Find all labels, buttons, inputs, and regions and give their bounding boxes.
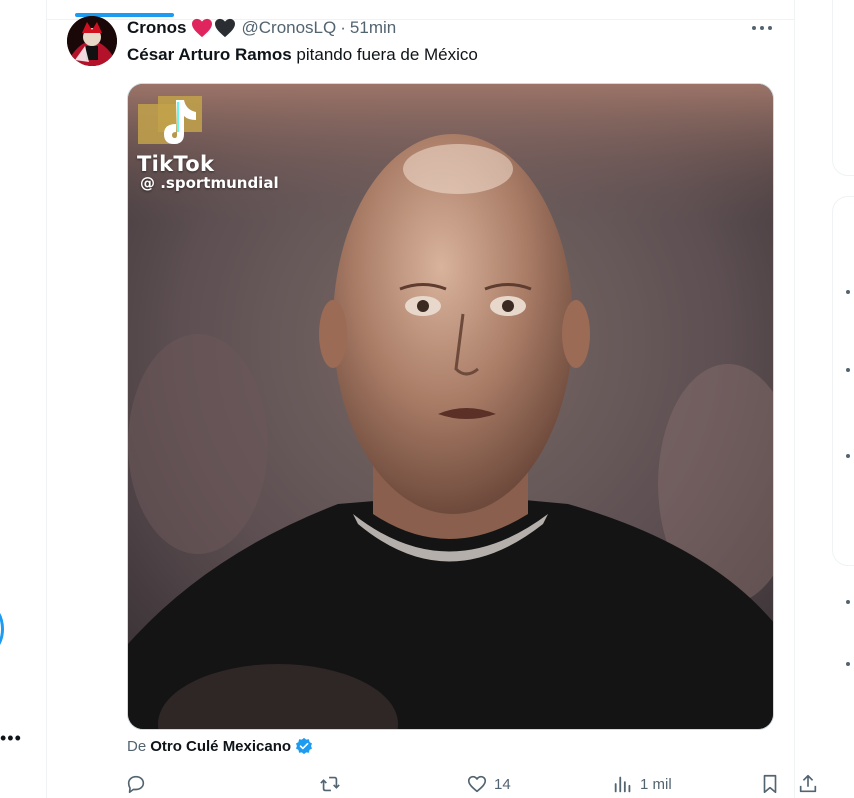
sidebar-more-icon[interactable] xyxy=(846,600,850,604)
sidebar-card xyxy=(832,196,854,566)
tweet-text: César Arturo Ramos pitando fuera de Méxi… xyxy=(127,44,478,66)
bookmark-icon xyxy=(763,774,777,794)
tweet-text-rest: pitando fuera de México xyxy=(291,45,478,64)
sidebar-more-icon[interactable] xyxy=(846,662,850,666)
views-icon xyxy=(614,776,631,793)
reply-icon xyxy=(127,775,145,794)
author-name[interactable]: Cronos xyxy=(127,18,187,38)
bookmark-button[interactable] xyxy=(759,773,781,795)
more-menu-icon[interactable]: ••• xyxy=(0,728,22,748)
timeline: Cronos @CronosLQ · 51min César Arturo Ra… xyxy=(46,0,817,798)
tiktok-logo xyxy=(138,92,208,150)
watermark-user: @ .sportmundial xyxy=(140,174,279,192)
name-emoji xyxy=(191,18,236,38)
avatar-image xyxy=(67,16,117,66)
verified-icon xyxy=(296,737,313,755)
tweet-text-bold: César Arturo Ramos xyxy=(127,45,292,64)
media-attribution: De Otro Culé Mexicano xyxy=(127,736,313,756)
like-icon xyxy=(467,775,487,793)
sidebar-more-icon[interactable] xyxy=(846,454,850,458)
views-button[interactable]: 1 mil xyxy=(612,773,672,795)
retweet-icon xyxy=(320,776,340,792)
right-sidebar xyxy=(832,0,854,798)
share-button[interactable] xyxy=(797,773,819,795)
sidebar-more-icon[interactable] xyxy=(846,368,850,372)
views-count: 1 mil xyxy=(640,775,672,793)
separator: · xyxy=(340,18,346,37)
tweet-header: Cronos @CronosLQ · 51min xyxy=(127,17,396,39)
attribution-name[interactable]: Otro Culé Mexicano xyxy=(150,738,291,755)
black-heart-icon xyxy=(214,18,235,38)
left-nav: ••• xyxy=(0,0,46,798)
watermark-brand: TikTok xyxy=(137,152,215,176)
share-icon xyxy=(799,774,817,793)
timestamp[interactable]: 51min xyxy=(350,18,396,38)
sidebar-more-icon[interactable] xyxy=(846,290,850,294)
sidebar-card xyxy=(832,0,854,176)
tweet-video[interactable]: TikTok @ .sportmundial xyxy=(127,83,774,730)
post-button[interactable] xyxy=(0,606,4,652)
tiktok-icon xyxy=(138,96,202,144)
tweet-actions: 14 1 mil xyxy=(125,770,817,798)
like-count: 14 xyxy=(494,775,511,793)
more-icon[interactable] xyxy=(750,20,774,36)
red-heart-icon xyxy=(191,18,212,38)
avatar[interactable] xyxy=(67,16,117,66)
attribution-prefix: De xyxy=(127,737,147,755)
retweet-button[interactable] xyxy=(319,773,341,795)
reply-button[interactable] xyxy=(125,773,147,795)
author-handle[interactable]: @CronosLQ xyxy=(242,18,337,38)
like-button[interactable]: 14 xyxy=(466,773,511,795)
